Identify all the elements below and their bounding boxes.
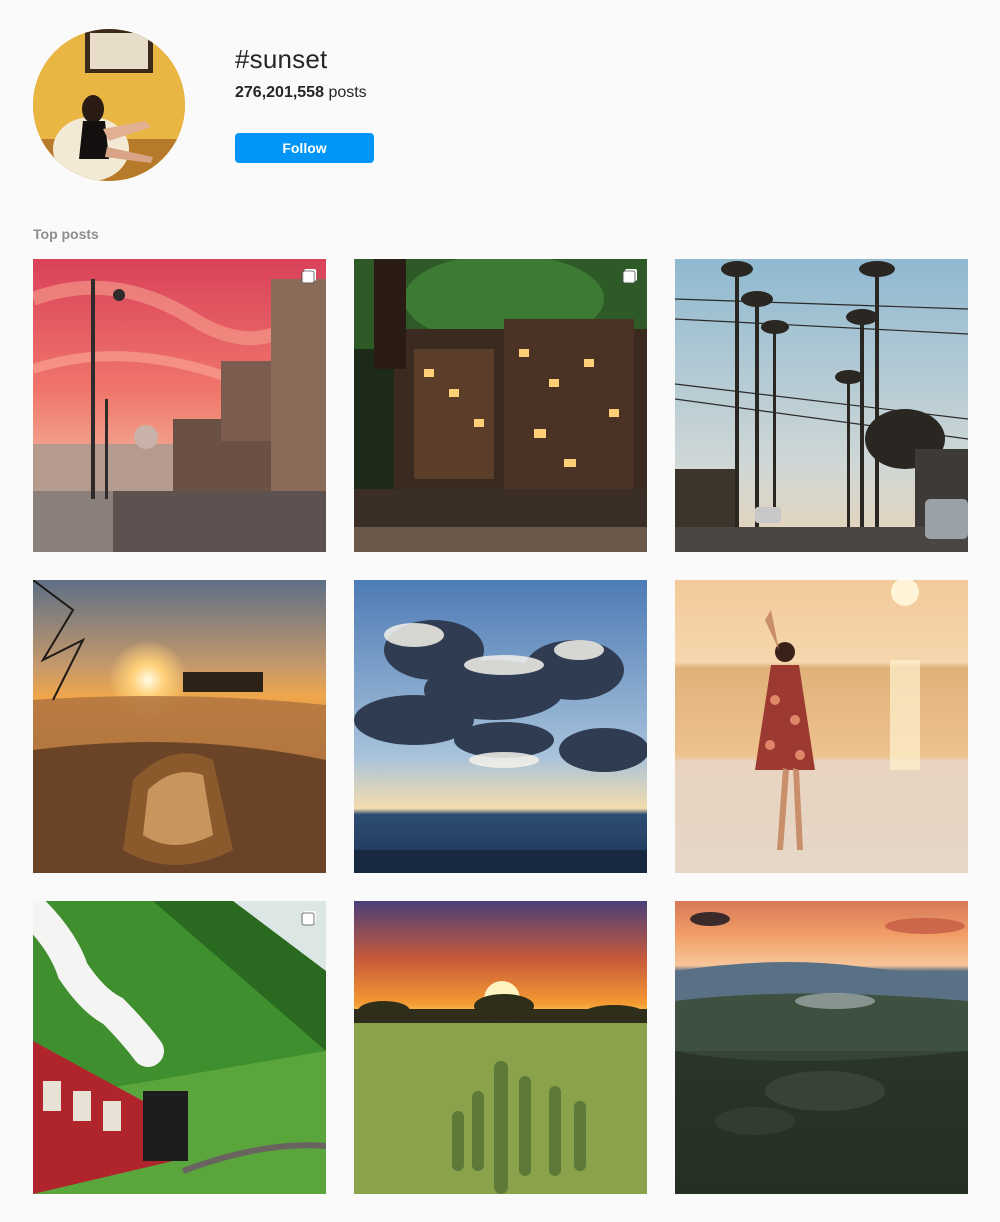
multiple-posts-icon xyxy=(301,269,316,284)
avatar[interactable] xyxy=(33,29,185,181)
post-thumbnail[interactable] xyxy=(675,259,968,552)
post-thumbnail[interactable] xyxy=(354,580,647,873)
post-image-cloudy-ocean-sunrays xyxy=(354,580,647,873)
post-image-misty-forest-hills xyxy=(675,901,968,1194)
multiple-posts-icon xyxy=(622,269,637,284)
post-thumbnail[interactable] xyxy=(33,901,326,1194)
post-image-snowy-boat-sunset xyxy=(33,580,326,873)
hashtag-title: #sunset xyxy=(235,44,328,74)
post-thumbnail[interactable] xyxy=(33,580,326,873)
avatar-image xyxy=(33,29,185,181)
post-image-dancing-woman-beach xyxy=(675,580,968,873)
post-image-palm-tree-street xyxy=(675,259,968,552)
post-thumbnail[interactable] xyxy=(354,901,647,1194)
top-posts-grid xyxy=(33,259,968,1194)
post-image-japanese-ryokan-street xyxy=(354,259,647,552)
top-posts-label: Top posts xyxy=(33,226,99,242)
post-thumbnail[interactable] xyxy=(354,259,647,552)
follow-button[interactable]: Follow xyxy=(235,133,374,163)
post-image-cactus-field-sunset xyxy=(354,901,647,1194)
post-count: 276,201,558 posts xyxy=(235,84,367,102)
post-count-label: posts xyxy=(328,84,367,101)
multiple-posts-icon xyxy=(301,911,316,926)
post-thumbnail[interactable] xyxy=(675,901,968,1194)
post-image-steam-train-mountain xyxy=(33,901,326,1194)
post-count-number: 276,201,558 xyxy=(235,84,324,101)
post-image-rome-castle-sunset xyxy=(33,259,326,552)
post-thumbnail[interactable] xyxy=(675,580,968,873)
post-thumbnail[interactable] xyxy=(33,259,326,552)
